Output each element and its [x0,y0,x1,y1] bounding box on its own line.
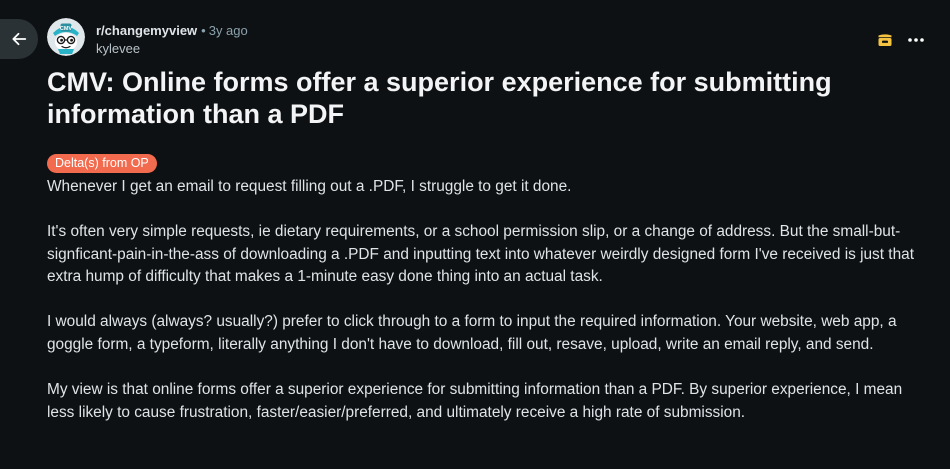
arrow-left-icon [12,32,27,46]
post-paragraph: I would always (always? usually?) prefer… [47,313,897,353]
post-time: 3y ago [208,23,248,38]
author-link[interactable]: kylevee [96,41,140,57]
post-paragraph: Whenever I get an email to request filli… [47,178,572,195]
award-icon [878,34,892,46]
award-button[interactable] [872,29,898,51]
svg-text:CMV: CMV [60,26,73,32]
post-flair[interactable]: Delta(s) from OP [47,154,157,173]
back-button[interactable] [0,19,38,59]
post-title: CMV: Online forms offer a superior exper… [47,67,832,129]
more-horizontal-icon [908,38,924,42]
post-meta: r/changemyview • 3y ago [96,23,248,39]
post-paragraph: My view is that online forms offer a sup… [47,380,903,421]
subreddit-avatar-icon: CMV [47,18,85,56]
more-options-button[interactable] [902,28,930,52]
post-body: Whenever I get an email to request filli… [47,176,932,446]
post-paragraph: It's often very simple requests, ie diet… [47,222,914,286]
subreddit-link[interactable]: r/changemyview [96,23,197,38]
meta-separator: • [201,23,206,38]
subreddit-avatar[interactable]: CMV [47,18,85,56]
